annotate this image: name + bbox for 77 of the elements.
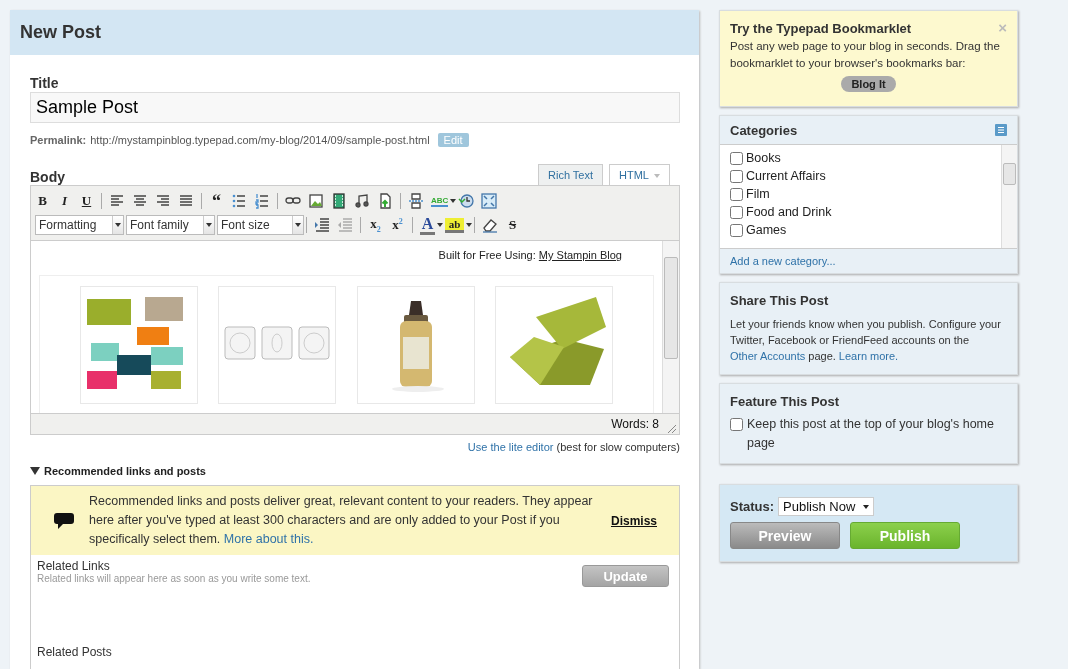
clock-icon[interactable] [458,193,475,209]
checkbox[interactable] [730,205,743,219]
category-label: Food and Drink [746,205,832,219]
text-color-button[interactable]: A [420,215,435,235]
credit-link[interactable]: My Stampin Blog [538,249,622,261]
blog-it-button[interactable]: Blog It [841,76,896,92]
highlight-button[interactable]: ab [445,217,464,233]
card-title: Categories [730,122,798,138]
more-link[interactable]: More about this. [223,532,314,546]
field-label: Body [30,169,65,185]
dropdown[interactable]: Font size [217,215,304,235]
expand-triangle-icon[interactable] [30,467,40,475]
status-label: Status: [730,499,775,514]
card-title: Share This Post [730,293,830,308]
image-icon[interactable] [308,193,324,209]
learn-more-link[interactable]: Learn more. [838,350,899,362]
card-title: Feature This Post [730,394,841,409]
section-heading: Recommended links and posts [44,465,206,477]
scrollbar[interactable] [662,241,679,413]
checkbox[interactable] [730,223,743,237]
related-links-hint: Related links will appear here as soon as you write some text. [37,573,311,584]
category-label: Film [746,187,770,201]
status-select[interactable]: Publish Now [778,497,875,516]
resize-grip-icon[interactable] [667,424,677,434]
speech-bubble-icon [53,510,75,531]
bookmarklet-text: Post any web page to your blog in seconds. Drag the bookmarklet to your browser's bookmarks bar: [730,39,1001,71]
card-title: Try the Typepad Bookmarklet [730,21,912,36]
title-field[interactable]: Sample Post [30,92,680,123]
strikethrough-button[interactable]: S [505,217,520,233]
word-count: Words: 8 [611,417,659,431]
category-label: Games [746,223,787,237]
align-center-icon[interactable] [132,193,148,209]
superscript-button[interactable]: x$^{2}$ [390,216,405,234]
field-label: Title [30,75,60,91]
dropdown[interactable]: Font family [126,215,215,235]
list-icon[interactable] [995,124,1007,136]
checkbox-label: Keep this post at the top of your blog's home page [747,416,995,452]
share-text: Let your friends know when you publish. Configure your Twitter, Facebook or FriendFeed accounts on the Other Accounts page. Learn more. [730,317,1002,364]
dropdown[interactable]: Formatting [35,215,124,235]
subscript-button[interactable]: x$_{2}$ [368,216,383,234]
align-right-icon[interactable] [155,193,171,209]
underline-button[interactable]: U [79,193,94,209]
checkbox[interactable] [730,169,743,183]
justify-icon[interactable] [178,193,194,209]
editor-tab[interactable]: Rich Text [538,164,604,185]
category-label: Books [746,151,781,165]
category-label: Current Affairs [746,169,826,183]
fullscreen-icon[interactable] [481,193,498,209]
italic-button[interactable]: I [57,193,72,209]
editor-tab[interactable]: HTML [609,164,670,185]
related-posts-title: Related Posts [36,644,113,659]
upload-icon[interactable] [377,193,393,209]
music-note-icon[interactable] [354,193,370,209]
quote-button[interactable]: “ [209,190,224,212]
other-accounts-link[interactable]: Other Accounts [730,350,806,362]
page-title: New Post [20,22,102,43]
align-left-icon[interactable] [109,193,125,209]
permalink-label: Permalink: [30,134,87,146]
film-icon[interactable] [331,193,347,209]
permalink-url: http://mystampinblog.typepad.com/my-blog/2014/09/sample-post.html [90,134,430,146]
checkbox[interactable] [730,151,743,165]
lite-editor-link[interactable]: Use the lite editor [467,441,554,453]
bold-button[interactable]: B [35,193,50,209]
page-break-icon[interactable] [408,193,424,209]
notice-text: Recommended links and posts deliver great, relevant content to your readers. They appear here after you've typed at least 300 characters and are only added to your Post if you specifically select them. More about this. [89,493,594,548]
related-links-title: Related Links [37,559,111,573]
dismiss-link[interactable]: Dismiss [610,513,657,528]
checkbox[interactable] [730,418,743,431]
bullet-list-icon[interactable] [231,193,247,209]
eraser-icon[interactable] [482,217,498,233]
add-category-link[interactable]: Add a new category... [730,255,836,267]
numbered-list-icon[interactable] [254,193,270,209]
indent-icon[interactable] [314,217,330,233]
credit-text: Built for Free Using: [438,249,536,261]
checkbox[interactable] [730,187,743,201]
lite-editor-note: (best for slow computers) [556,441,680,453]
scrollbar[interactable] [1001,145,1017,248]
